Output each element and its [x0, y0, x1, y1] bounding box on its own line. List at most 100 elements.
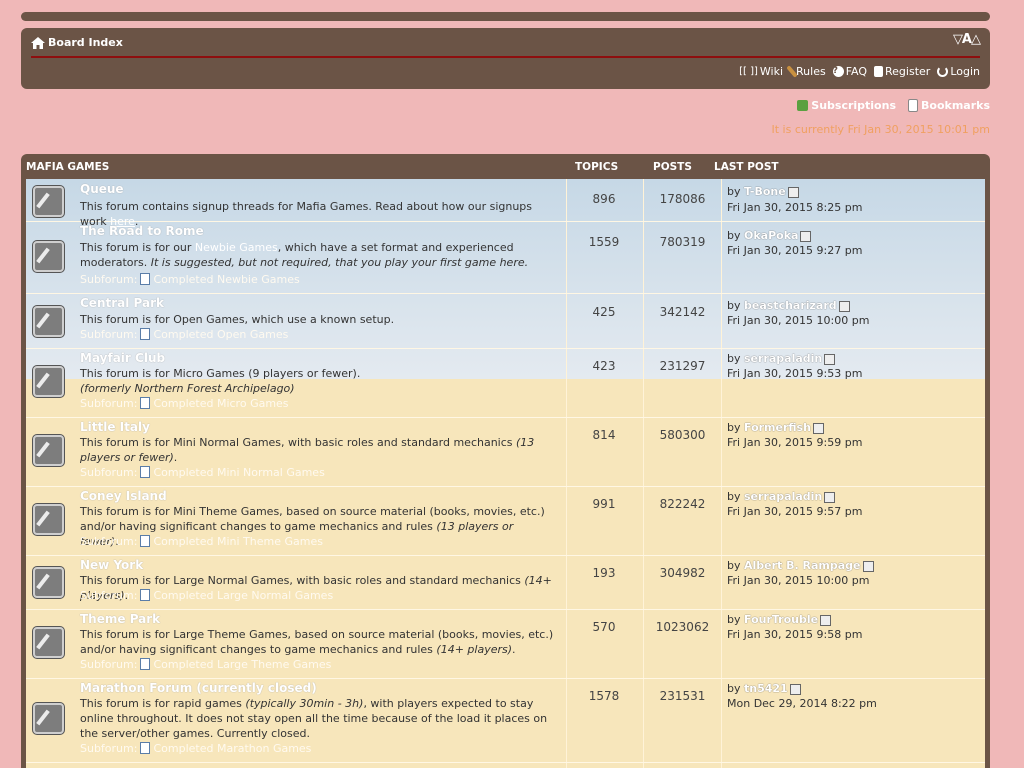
subforum-link[interactable]: Completed Newbie Games	[153, 273, 299, 286]
last-post-author: by tn5421	[727, 682, 801, 695]
col-topics: TOPICS	[575, 161, 619, 173]
user-links: Subscriptions Bookmarks	[797, 99, 990, 112]
wiki-icon: [[ ]]	[739, 66, 758, 77]
author-link[interactable]: tn5421	[744, 682, 788, 695]
view-latest-icon[interactable]	[824, 353, 836, 365]
document-icon	[140, 658, 151, 670]
document-icon	[140, 466, 151, 478]
forum-title[interactable]: New York	[80, 558, 143, 572]
bookmarks-link[interactable]: Bookmarks	[908, 99, 990, 112]
register-icon	[874, 66, 884, 77]
topic-count: 991	[592, 497, 616, 511]
last-post-author: by Formerfish	[727, 421, 824, 434]
topic-count: 423	[592, 359, 616, 373]
last-post-time: Fri Jan 30, 2015 9:57 pm	[727, 505, 863, 518]
post-count: 342142	[659, 305, 706, 319]
forum-title[interactable]: Little Italy	[80, 420, 150, 434]
forum-read-icon	[33, 627, 64, 658]
topic-count: 425	[592, 305, 616, 319]
author-link[interactable]: beastcharizard	[744, 299, 837, 312]
author-link[interactable]: OkaPoka	[744, 229, 798, 242]
subforum-line: Subforum: Completed Micro Games	[80, 397, 289, 410]
checkmark-icon	[797, 100, 809, 111]
subforum-link[interactable]: Completed Mini Theme Games	[153, 535, 322, 548]
topic-count: 570	[592, 620, 616, 634]
last-post-author: by serrapaladin	[727, 490, 836, 503]
view-latest-icon[interactable]	[800, 230, 812, 242]
header-nav: [[ ]] Wiki Rules ? FAQ Register Login	[739, 65, 980, 78]
forum-title[interactable]: Marathon Forum (currently closed)	[80, 681, 317, 695]
faq-link[interactable]: ? FAQ	[832, 65, 867, 78]
forum-description: This forum is for Micro Games (9 players…	[80, 367, 361, 395]
forum-title[interactable]: Queue	[80, 182, 124, 196]
subforum-link[interactable]: Completed Micro Games	[153, 397, 288, 410]
topic-count: 814	[592, 428, 616, 442]
document-icon	[140, 589, 151, 601]
document-icon	[140, 397, 151, 409]
font-size-control[interactable]: ▽A△	[953, 32, 981, 47]
author-link[interactable]: FourTrouble	[744, 613, 818, 626]
last-post-author: by T-Bone	[727, 185, 799, 198]
forum-title[interactable]: The Road to Rome	[80, 224, 204, 238]
author-link[interactable]: Albert B. Rampage	[744, 559, 861, 572]
forum-title[interactable]: Central Park	[80, 296, 164, 310]
view-latest-icon[interactable]	[862, 560, 874, 572]
post-count: 231297	[659, 359, 706, 373]
wiki-link[interactable]: [[ ]] Wiki	[739, 65, 783, 78]
power-icon	[937, 66, 949, 77]
post-count: 231531	[659, 689, 706, 703]
topic-count: 1578	[588, 689, 620, 703]
last-post-time: Fri Jan 30, 2015 8:25 pm	[727, 201, 863, 214]
document-icon	[140, 742, 151, 754]
subforum-link[interactable]: Completed Open Games	[153, 328, 288, 341]
forum-read-icon	[33, 567, 64, 598]
subforum-link[interactable]: Completed Large Normal Games	[153, 589, 333, 602]
register-link[interactable]: Register	[874, 65, 930, 78]
post-count: 178086	[659, 192, 706, 206]
last-post-time: Fri Jan 30, 2015 9:53 pm	[727, 367, 863, 380]
view-latest-icon[interactable]	[812, 422, 824, 434]
last-visit-text: It is currently Fri Jan 30, 2015 10:01 p…	[771, 123, 990, 136]
breadcrumb[interactable]: Board Index	[31, 36, 123, 49]
topic-count: 1559	[588, 235, 620, 249]
category-title[interactable]: MAFIA GAMES	[26, 161, 109, 173]
last-post-time: Fri Jan 30, 2015 9:27 pm	[727, 244, 863, 257]
forum-title[interactable]: Theme Park	[80, 612, 160, 626]
view-latest-icon[interactable]	[820, 614, 832, 626]
subforum-line: Subforum: Completed Mini Normal Games	[80, 466, 325, 479]
forum-read-icon	[33, 186, 64, 217]
view-latest-icon[interactable]	[789, 683, 801, 695]
forum-read-icon	[33, 306, 64, 337]
bookmark-icon	[908, 99, 918, 112]
author-link[interactable]: Formerfish	[744, 421, 811, 434]
last-post-time: Fri Jan 30, 2015 9:58 pm	[727, 628, 863, 641]
rules-link[interactable]: Rules	[786, 65, 826, 78]
author-link[interactable]: serrapaladin	[744, 352, 822, 365]
last-post-time: Fri Jan 30, 2015 10:00 pm	[727, 314, 870, 327]
forum-row: Queue This forum contains signup threads…	[26, 179, 985, 228]
forum-description: This forum is for rapid games (typically…	[80, 697, 548, 740]
breadcrumb-board-index[interactable]: Board Index	[48, 36, 123, 49]
view-latest-icon[interactable]	[824, 491, 836, 503]
document-icon	[140, 328, 151, 340]
home-icon	[31, 36, 45, 49]
last-post-author: by serrapaladin	[727, 352, 836, 365]
subforum-line: Subforum: Completed Large Normal Games	[80, 589, 334, 602]
newbie-games-link[interactable]: Newbie Games	[195, 241, 278, 254]
view-latest-icon[interactable]	[838, 300, 850, 312]
subforum-line: Subforum: Completed Marathon Games	[80, 742, 312, 755]
subscriptions-link[interactable]: Subscriptions	[797, 99, 896, 112]
author-link[interactable]: serrapaladin	[744, 490, 822, 503]
last-post-time: Fri Jan 30, 2015 10:00 pm	[727, 574, 870, 587]
last-post-author: by OkaPoka	[727, 229, 812, 242]
author-link[interactable]: T-Bone	[744, 185, 786, 198]
login-link[interactable]: Login	[937, 65, 980, 78]
forum-title[interactable]: Coney Island	[80, 489, 167, 503]
subforum-link[interactable]: Completed Mini Normal Games	[153, 466, 324, 479]
view-latest-icon[interactable]	[787, 186, 799, 198]
top-strip	[21, 12, 990, 21]
forum-title[interactable]: Mayfair Club	[80, 351, 165, 365]
subforum-link[interactable]: Completed Marathon Games	[153, 742, 311, 755]
last-post-author: by FourTrouble	[727, 613, 832, 626]
subforum-link[interactable]: Completed Large Theme Games	[153, 658, 331, 671]
